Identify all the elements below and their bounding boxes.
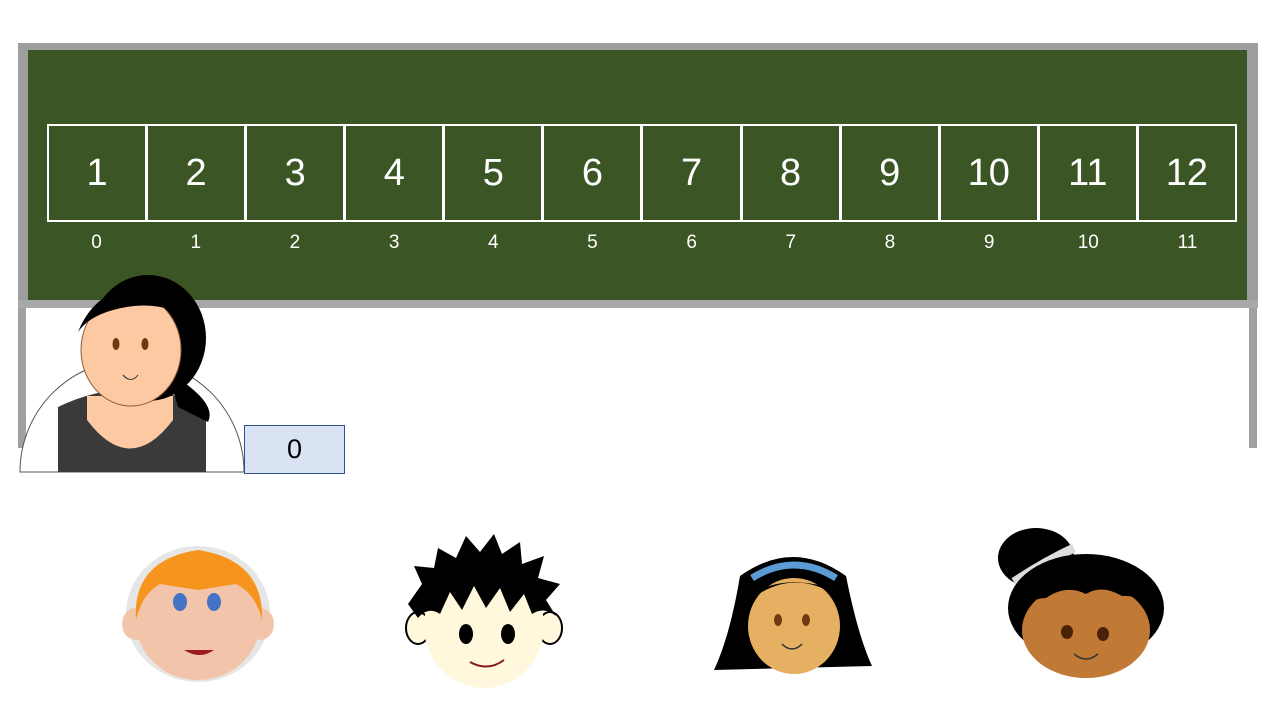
- teacher-figure: [19, 275, 245, 473]
- array-cell: 9: [842, 126, 941, 220]
- array-index: 11: [1177, 232, 1198, 253]
- student-eye-right: [207, 593, 221, 611]
- teacher-eye-right: [141, 338, 149, 350]
- student-eye-left: [173, 593, 187, 611]
- array-cell: 2: [148, 126, 248, 220]
- array-cell: 7: [643, 126, 743, 220]
- array-index: 1: [190, 232, 202, 253]
- array-index: 3: [388, 232, 400, 253]
- array-index: 2: [289, 232, 301, 253]
- array-cell: 11: [1040, 126, 1139, 220]
- array-cell: 3: [247, 126, 347, 220]
- array-cell: 8: [743, 126, 842, 220]
- student-face: [748, 578, 840, 674]
- student-eye-left: [1061, 625, 1073, 639]
- array-index: 0: [91, 232, 102, 253]
- student-headband-girl: [714, 557, 872, 674]
- array-index: 9: [983, 232, 995, 253]
- student-eye-right: [501, 624, 515, 644]
- counter-box: 0: [244, 425, 345, 474]
- chalkboard-leg-right: [1249, 306, 1257, 448]
- array-cell: 6: [544, 126, 644, 220]
- array-index: 5: [587, 232, 598, 253]
- array-index: 8: [884, 232, 896, 253]
- teacher-eye-left: [112, 338, 120, 350]
- student-spiky-hair-boy: [405, 534, 563, 688]
- student-eye-left: [774, 614, 782, 626]
- array-index: 10: [1077, 232, 1099, 253]
- classroom-scene: 1 2 3 4 5 6 7 8 9 10 11 12 0 1 2 3 4 5 6…: [0, 0, 1280, 720]
- array-cell: 10: [941, 126, 1040, 220]
- array-cells: 1 2 3 4 5 6 7 8 9 10 11 12: [47, 124, 1237, 222]
- array-index: 7: [785, 232, 797, 253]
- student-orange-hair-boy: [122, 546, 274, 682]
- array-cell: 1: [49, 126, 149, 220]
- student-eye-right: [1097, 627, 1109, 641]
- student-eye-left: [459, 624, 473, 644]
- array-indices: 0 1 2 3 4 5 6 7 8 9 10 11: [47, 232, 1237, 256]
- array-cell: 5: [445, 126, 545, 220]
- student-bun-girl: [998, 528, 1164, 678]
- array-cell: 12: [1165, 151, 1209, 194]
- array-cell: 4: [346, 126, 446, 220]
- array-index: 6: [686, 232, 697, 253]
- array-index: 4: [487, 232, 499, 253]
- student-eye-right: [802, 614, 810, 626]
